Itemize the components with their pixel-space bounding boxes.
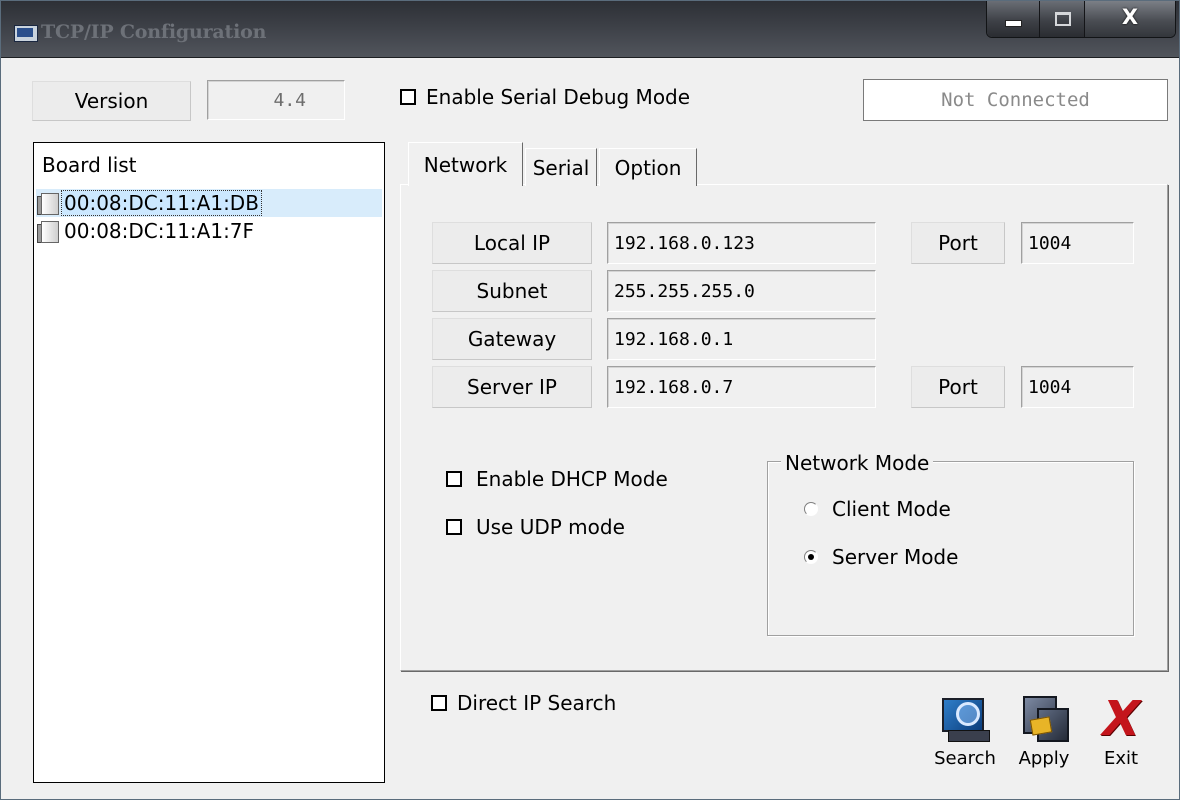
serial-debug-label: Enable Serial Debug Mode xyxy=(426,85,691,109)
dhcp-label: Enable DHCP Mode xyxy=(476,467,668,491)
apply-label: Apply xyxy=(1018,748,1070,769)
version-field: 4.4 xyxy=(207,80,345,120)
server-mode-label: Server Mode xyxy=(832,545,959,569)
board-list-header: Board list xyxy=(42,153,137,177)
window-title: TCP/IP Configuration xyxy=(41,21,267,43)
checkbox-box[interactable] xyxy=(431,695,447,711)
local-port-button[interactable]: Port xyxy=(911,222,1005,264)
window-controls: X xyxy=(986,1,1176,38)
app-icon xyxy=(14,25,38,42)
tab-serial[interactable]: Serial xyxy=(525,148,597,186)
minimize-button[interactable] xyxy=(987,1,1040,37)
tab-option[interactable]: Option xyxy=(599,148,697,186)
gateway-input[interactable]: 192.168.0.1 xyxy=(607,318,876,360)
close-button[interactable]: X xyxy=(1085,1,1175,37)
device-icon xyxy=(36,219,60,243)
dhcp-checkbox[interactable]: Enable DHCP Mode xyxy=(446,467,668,491)
server-ip-button[interactable]: Server IP xyxy=(432,366,592,408)
tcpip-config-window: TCP/IP Configuration X Version 4.4 Enabl… xyxy=(0,0,1180,800)
client-mode-radio[interactable]: Client Mode xyxy=(804,497,951,521)
server-ip-input[interactable]: 192.168.0.7 xyxy=(607,366,876,408)
gateway-button[interactable]: Gateway xyxy=(432,318,592,360)
search-icon xyxy=(940,694,990,744)
exit-button[interactable]: X Exit xyxy=(1094,691,1148,769)
exit-icon: X xyxy=(1096,691,1146,747)
tab-network[interactable]: Network xyxy=(408,142,523,186)
subnet-input[interactable]: 255.255.255.0 xyxy=(607,270,876,312)
direct-ip-search-checkbox[interactable]: Direct IP Search xyxy=(431,691,616,715)
board-list[interactable]: Board list 00:08:DC:11:A1:DB 00:08:DC:11… xyxy=(33,142,385,783)
device-icon xyxy=(36,191,60,215)
apply-icon xyxy=(1019,694,1069,744)
board-mac: 00:08:DC:11:A1:7F xyxy=(64,219,255,243)
network-mode-title: Network Mode xyxy=(781,451,934,475)
udp-checkbox[interactable]: Use UDP mode xyxy=(446,515,625,539)
board-list-item[interactable]: 00:08:DC:11:A1:DB xyxy=(36,189,382,217)
checkbox-box[interactable] xyxy=(446,471,462,487)
direct-ip-search-label: Direct IP Search xyxy=(457,691,617,715)
radio-dot[interactable] xyxy=(804,550,818,564)
exit-label: Exit xyxy=(1103,748,1139,769)
subnet-button[interactable]: Subnet xyxy=(432,270,592,312)
apply-button[interactable]: Apply xyxy=(1011,694,1077,769)
local-ip-button[interactable]: Local IP xyxy=(432,222,592,264)
search-button[interactable]: Search xyxy=(929,694,1001,769)
checkbox-box[interactable] xyxy=(400,89,416,105)
close-icon: X xyxy=(1121,5,1139,29)
local-ip-input[interactable]: 192.168.0.123 xyxy=(607,222,876,264)
search-label: Search xyxy=(934,748,996,769)
server-mode-radio[interactable]: Server Mode xyxy=(804,545,958,569)
connection-status: Not Connected xyxy=(863,79,1168,121)
board-list-item[interactable]: 00:08:DC:11:A1:7F xyxy=(36,217,382,245)
radio-dot[interactable] xyxy=(804,502,818,516)
udp-label: Use UDP mode xyxy=(476,515,625,539)
maximize-button[interactable] xyxy=(1040,1,1085,37)
client-mode-label: Client Mode xyxy=(832,497,951,521)
server-port-button[interactable]: Port xyxy=(911,366,1005,408)
board-mac: 00:08:DC:11:A1:DB xyxy=(61,190,262,216)
title-bar[interactable]: TCP/IP Configuration X xyxy=(1,1,1179,58)
serial-debug-checkbox[interactable]: Enable Serial Debug Mode xyxy=(400,85,690,109)
local-port-input[interactable]: 1004 xyxy=(1021,222,1134,264)
server-port-input[interactable]: 1004 xyxy=(1021,366,1134,408)
version-button[interactable]: Version xyxy=(32,81,191,121)
checkbox-box[interactable] xyxy=(446,519,462,535)
